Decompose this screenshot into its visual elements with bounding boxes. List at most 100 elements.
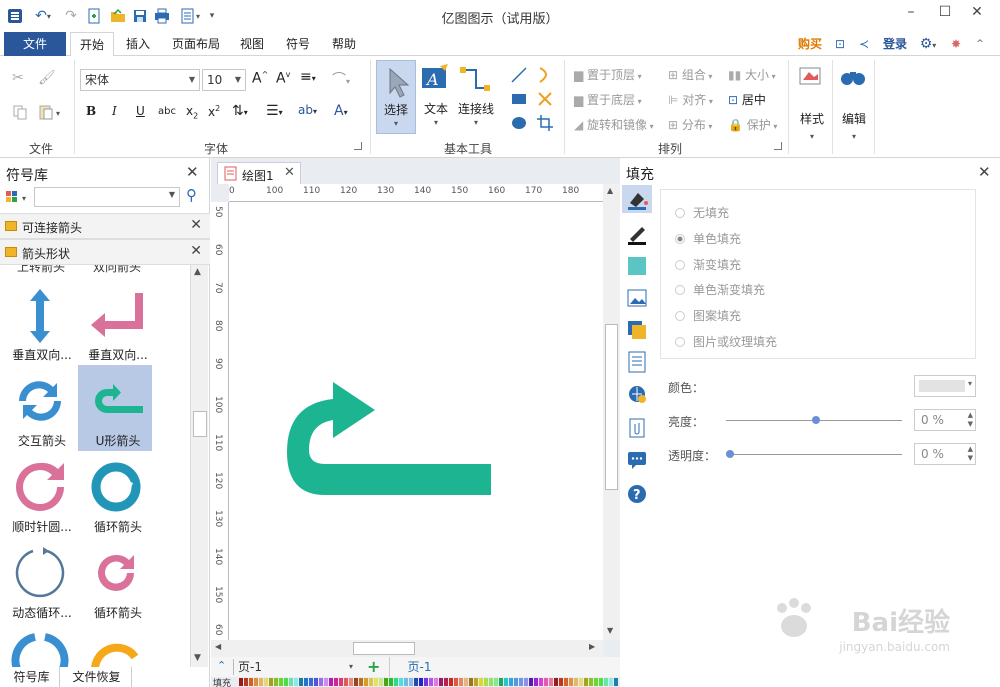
line-tab-icon[interactable] (626, 223, 648, 248)
color-swatch[interactable] (469, 678, 473, 686)
color-swatch[interactable] (274, 678, 278, 686)
layer-tab-icon[interactable] (626, 319, 648, 344)
line-spacing-icon[interactable]: ⌒▾ (332, 69, 350, 89)
color-swatch[interactable] (604, 678, 608, 686)
color-swatch[interactable] (594, 678, 598, 686)
color-swatch[interactable] (344, 678, 348, 686)
color-swatch[interactable] (409, 678, 413, 686)
comment-tab-icon[interactable] (626, 449, 648, 474)
cut-icon[interactable]: ✂ (12, 70, 24, 86)
bullets-icon[interactable]: ☰▾ (266, 103, 283, 119)
library-search-input[interactable]: ▼ (34, 187, 180, 207)
bold-icon[interactable]: B (86, 104, 96, 118)
color-swatch[interactable] (494, 678, 498, 686)
transparency-slider[interactable] (726, 450, 902, 458)
crop-tool-icon[interactable] (536, 114, 554, 135)
close-category-icon[interactable]: ✕ (190, 217, 202, 233)
line-tool-icon[interactable] (510, 66, 528, 87)
color-swatch[interactable] (349, 678, 353, 686)
shape-interactive-arrow[interactable]: 交互箭头 (2, 365, 76, 451)
protect-button[interactable]: 🔒 保护 ▾ (728, 116, 777, 133)
color-swatch[interactable] (334, 678, 338, 686)
color-swatch[interactable] (549, 678, 553, 686)
color-swatch[interactable] (249, 678, 253, 686)
color-swatch[interactable] (284, 678, 288, 686)
color-swatch[interactable] (489, 678, 493, 686)
close-library-icon[interactable]: ✕ (186, 163, 199, 181)
color-swatch[interactable] (339, 678, 343, 686)
ellipse-tool-icon[interactable] (510, 114, 528, 135)
color-swatch[interactable] (584, 678, 588, 686)
color-swatch[interactable] (484, 678, 488, 686)
radio-picture-fill[interactable]: 图片或纹理填充 (675, 333, 777, 350)
color-palette-bar[interactable]: 填充 (211, 677, 620, 687)
color-swatch[interactable] (244, 678, 248, 686)
color-swatch[interactable] (444, 678, 448, 686)
radio-solid-fill[interactable]: 单色填充 (675, 230, 741, 247)
slider-knob[interactable] (726, 450, 734, 458)
collapse-pages-icon[interactable]: ⌃ (217, 659, 226, 672)
connector-tool-button[interactable]: 连接线 ▾ (456, 62, 496, 134)
library-menu-icon[interactable]: ▾ (4, 188, 32, 206)
tab-page-layout[interactable]: 页面布局 (164, 32, 228, 56)
color-swatch[interactable] (459, 678, 463, 686)
color-swatch[interactable] (554, 678, 558, 686)
color-swatch[interactable] (599, 678, 603, 686)
tab-symbol[interactable]: 符号 (278, 32, 318, 56)
color-picker[interactable]: ▾ (914, 375, 976, 397)
color-swatch[interactable] (239, 678, 243, 686)
tab-file[interactable]: 文件 (4, 32, 66, 56)
tab-home[interactable]: 开始 (70, 32, 114, 57)
paragraph-spacing-icon[interactable]: ⇅▾ (232, 103, 248, 119)
scroll-right-icon[interactable]: ▶ (589, 642, 595, 651)
text-tool-button[interactable]: A 文本 ▾ (418, 62, 454, 134)
scroll-left-icon[interactable]: ◀ (215, 642, 221, 651)
scroll-up-icon[interactable]: ▲ (194, 267, 201, 277)
color-swatch[interactable] (564, 678, 568, 686)
scrollbar-thumb[interactable] (353, 642, 415, 655)
color-swatch[interactable] (324, 678, 328, 686)
scrollbar-thumb[interactable] (605, 324, 618, 490)
color-swatch[interactable] (454, 678, 458, 686)
page-tab-icon[interactable] (626, 351, 648, 376)
login-link[interactable]: 登录 (878, 32, 912, 56)
color-swatch[interactable] (449, 678, 453, 686)
shape-u-arrow[interactable]: U形箭头 (78, 365, 152, 451)
shape-cycle-arrow-blue[interactable] (2, 623, 76, 667)
color-swatch[interactable] (589, 678, 593, 686)
shrink-font-icon[interactable]: Av (276, 70, 290, 87)
collapse-ribbon-icon[interactable]: ^ (970, 32, 990, 56)
canvas-horizontal-scrollbar[interactable]: ◀ ▶ (211, 640, 603, 657)
grow-font-icon[interactable]: A^ (252, 70, 268, 87)
edit-button[interactable]: 编辑 ▾ (836, 62, 872, 148)
color-swatch[interactable] (269, 678, 273, 686)
library-scrollbar[interactable]: ▲ ▼ (190, 265, 208, 667)
color-swatch[interactable] (259, 678, 263, 686)
color-swatch[interactable] (394, 678, 398, 686)
color-swatch[interactable] (524, 678, 528, 686)
tab-symbol-library[interactable]: 符号库 (4, 667, 60, 687)
color-swatch[interactable] (509, 678, 513, 686)
tab-help[interactable]: 帮助 (324, 32, 364, 56)
page-select-combo[interactable]: 页-1 ▾ (233, 659, 355, 675)
format-painter-icon[interactable]: 🖌 (38, 70, 56, 86)
drawing-page[interactable] (229, 202, 603, 640)
align-button[interactable]: ⊫ 对齐 ▾ (668, 91, 713, 108)
tab-insert[interactable]: 插入 (118, 32, 158, 56)
radio-gradient-fill[interactable]: 渐变填充 (675, 256, 741, 273)
color-swatch[interactable] (479, 678, 483, 686)
copy-icon[interactable] (12, 104, 28, 123)
subscript-icon[interactable]: x2 (186, 104, 198, 120)
color-swatch[interactable] (534, 678, 538, 686)
color-swatch[interactable] (374, 678, 378, 686)
slider-knob[interactable] (812, 416, 820, 424)
group-button[interactable]: ⊞ 组合 ▾ (668, 66, 712, 83)
category-connectable-arrows[interactable]: 可连接箭头 ✕ (0, 213, 210, 239)
font-name-combo[interactable]: 宋体 ▼ (80, 69, 200, 91)
hyperlink-tab-icon[interactable] (626, 383, 648, 408)
color-swatch[interactable] (309, 678, 313, 686)
italic-icon[interactable]: I (112, 104, 117, 118)
color-swatch[interactable] (544, 678, 548, 686)
theme-icon[interactable]: ✸ (946, 32, 966, 56)
color-swatch[interactable] (294, 678, 298, 686)
